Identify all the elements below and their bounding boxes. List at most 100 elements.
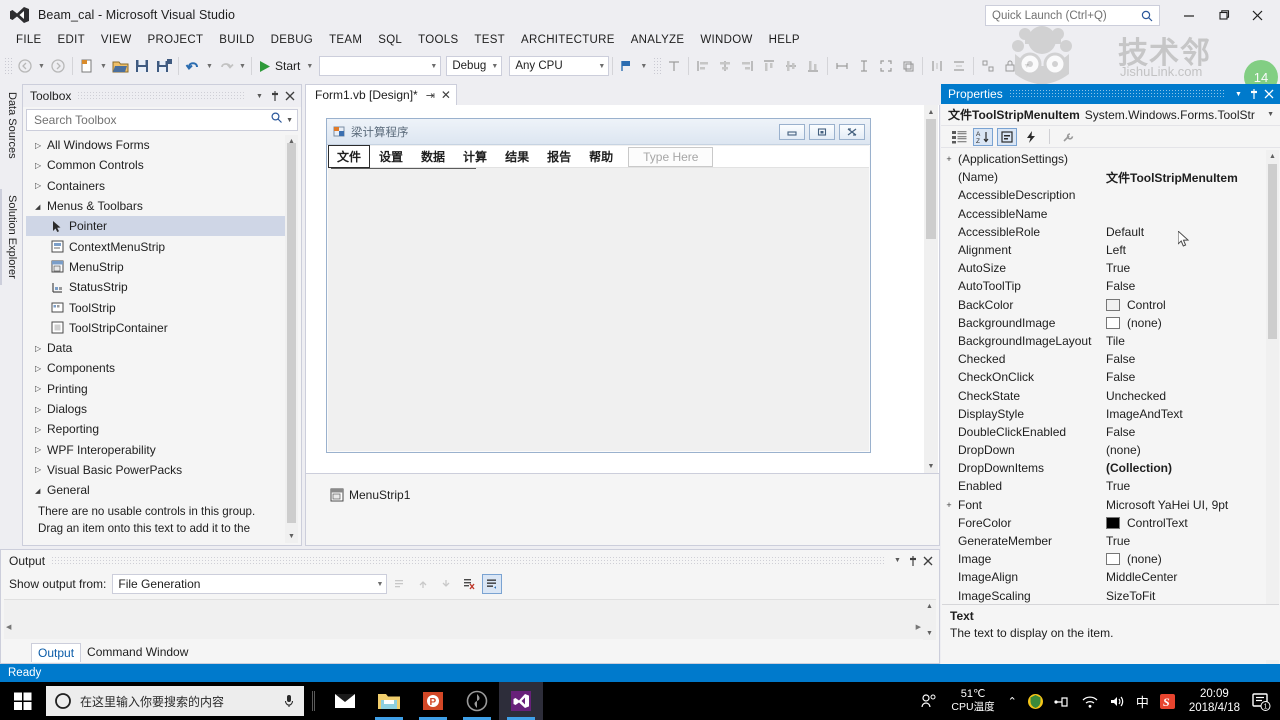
- output-drag-handle[interactable]: [51, 556, 884, 566]
- property-value[interactable]: True: [1106, 479, 1279, 493]
- toolbox-group-general[interactable]: General: [26, 480, 298, 500]
- toolbox-group-components[interactable]: Components: [26, 358, 298, 378]
- tab-form1-design[interactable]: Form1.vb [Design]* ⇥ ✕: [305, 84, 457, 105]
- form-minimize-button[interactable]: [779, 124, 805, 140]
- align-tops-icon[interactable]: [758, 55, 780, 77]
- menu-architecture[interactable]: ARCHITECTURE: [513, 32, 623, 48]
- table-row[interactable]: AccessibleRole Default: [942, 223, 1279, 241]
- table-row[interactable]: AutoToolTip False: [942, 277, 1279, 295]
- properties-menu-icon[interactable]: ▼: [1231, 91, 1246, 98]
- property-value-with-swatch[interactable]: (none): [1106, 552, 1279, 566]
- property-value[interactable]: (Collection): [1106, 461, 1279, 475]
- table-row[interactable]: AutoSize True: [942, 259, 1279, 277]
- toolbox-menu-icon[interactable]: ▼: [252, 87, 267, 105]
- table-row[interactable]: ImageAlign MiddleCenter: [942, 568, 1279, 586]
- clear-all-icon[interactable]: [459, 574, 479, 594]
- scroll-up-icon[interactable]: ▲: [923, 600, 936, 613]
- taskbar-app-file-explorer[interactable]: [367, 682, 411, 720]
- toolbox-group-visual-basic-powerpacks[interactable]: Visual Basic PowerPacks: [26, 460, 298, 480]
- design-menu-item-data[interactable]: 数据: [412, 145, 454, 168]
- toolbox-group-all-windows-forms[interactable]: All Windows Forms: [26, 135, 298, 155]
- menu-file[interactable]: FILE: [8, 32, 50, 48]
- taskbar-app-mail[interactable]: [323, 682, 367, 720]
- property-value[interactable]: Unchecked: [1106, 389, 1279, 403]
- toolbox-group-printing[interactable]: Printing: [26, 379, 298, 399]
- toolbox-item-contextmenustrip[interactable]: ContextMenuStrip: [26, 236, 298, 256]
- align-rights-icon[interactable]: [736, 55, 758, 77]
- vertical-spacing-icon[interactable]: [948, 55, 970, 77]
- form-close-button[interactable]: [839, 124, 865, 140]
- redo-dropdown-icon[interactable]: ▼: [237, 55, 248, 77]
- taskbar-app-visual-studio[interactable]: [499, 682, 543, 720]
- save-all-icon[interactable]: [153, 55, 175, 77]
- toolbox-group-menus-and-toolbars[interactable]: Menus & Toolbars: [26, 196, 298, 216]
- menu-analyze[interactable]: ANALYZE: [623, 32, 693, 48]
- bring-to-front-icon[interactable]: [897, 55, 919, 77]
- form-maximize-button[interactable]: [809, 124, 835, 140]
- property-value[interactable]: MiddleCenter: [1106, 570, 1279, 584]
- table-row[interactable]: DropDown (none): [942, 441, 1279, 459]
- new-project-icon[interactable]: [76, 55, 98, 77]
- action-center-icon[interactable]: 1: [1248, 682, 1274, 720]
- toolbox-drag-handle[interactable]: [77, 91, 246, 101]
- properties-pin-icon[interactable]: [1246, 88, 1261, 100]
- output-menu-icon[interactable]: ▼: [890, 552, 905, 570]
- expander-icon[interactable]: +: [942, 154, 956, 164]
- table-row[interactable]: AccessibleDescription: [942, 186, 1279, 204]
- search-icon[interactable]: [270, 111, 283, 129]
- toolbox-search-input[interactable]: Search Toolbox ▼: [26, 109, 298, 131]
- close-button[interactable]: [1240, 2, 1274, 28]
- platform-combo[interactable]: Any CPU ▼: [509, 56, 609, 76]
- start-dropdown-icon[interactable]: ▼: [304, 55, 315, 77]
- scroll-right-icon[interactable]: ▶: [916, 623, 921, 631]
- property-value[interactable]: ImageAndText: [1106, 407, 1279, 421]
- property-value[interactable]: (none): [1106, 443, 1279, 457]
- cpu-temperature-indicator[interactable]: 51℃ CPU温度: [943, 688, 1002, 714]
- properties-grid[interactable]: + (ApplicationSettings) (Name) 文件ToolStr…: [942, 150, 1279, 673]
- tab-output[interactable]: Output: [31, 643, 81, 662]
- table-row[interactable]: BackgroundImage (none): [942, 314, 1279, 332]
- scroll-down-icon[interactable]: ▼: [285, 530, 298, 543]
- property-value[interactable]: False: [1106, 425, 1279, 439]
- tray-item-menustrip1[interactable]: MenuStrip1: [330, 488, 939, 502]
- taskbar-app-media-player[interactable]: [455, 682, 499, 720]
- menu-test[interactable]: TEST: [466, 32, 513, 48]
- designer-scroll-thumb[interactable]: [926, 119, 936, 239]
- toolbox-pin-icon[interactable]: [267, 87, 282, 105]
- table-row[interactable]: CheckState Unchecked: [942, 386, 1279, 404]
- people-icon[interactable]: [915, 693, 943, 709]
- toolbox-item-menustrip[interactable]: MenuStrip: [26, 257, 298, 277]
- property-value[interactable]: False: [1106, 370, 1279, 384]
- table-row[interactable]: DoubleClickEnabled False: [942, 423, 1279, 441]
- taskbar-search-input[interactable]: 在这里输入你要搜索的内容: [46, 686, 304, 716]
- property-value[interactable]: False: [1106, 352, 1279, 366]
- taskbar-app-powerpoint[interactable]: P: [411, 682, 455, 720]
- sidebar-tab-data-sources[interactable]: Data Sources: [0, 86, 22, 165]
- horizontal-spacing-icon[interactable]: [926, 55, 948, 77]
- scroll-left-icon[interactable]: ◀: [6, 623, 11, 631]
- undo-icon[interactable]: [182, 55, 204, 77]
- menu-tools[interactable]: TOOLS: [410, 32, 466, 48]
- designer-scroll-up-icon[interactable]: ▲: [924, 105, 938, 119]
- align-middles-icon[interactable]: [780, 55, 802, 77]
- table-row[interactable]: + Font Microsoft YaHei UI, 9pt: [942, 496, 1279, 514]
- properties-close-icon[interactable]: [1261, 89, 1276, 99]
- navigate-backward-icon[interactable]: [14, 55, 36, 77]
- table-row[interactable]: GenerateMember True: [942, 532, 1279, 550]
- chevron-up-icon[interactable]: ⌃: [1003, 695, 1022, 708]
- back-dropdown-icon[interactable]: ▼: [36, 55, 47, 77]
- toolbox-item-toolstrip[interactable]: ToolStrip: [26, 297, 298, 317]
- output-source-combo[interactable]: File Generation ▼: [112, 574, 387, 594]
- design-menu-type-here[interactable]: Type Here: [628, 147, 713, 167]
- properties-icon[interactable]: [997, 128, 1017, 146]
- menu-help[interactable]: HELP: [761, 32, 808, 48]
- make-same-height-icon[interactable]: [853, 55, 875, 77]
- table-row[interactable]: Image (none): [942, 550, 1279, 568]
- property-pages-icon[interactable]: [1058, 128, 1078, 146]
- design-menu-item-results[interactable]: 结果: [496, 145, 538, 168]
- property-value-with-swatch[interactable]: (none): [1106, 316, 1279, 330]
- output-pin-icon[interactable]: [905, 552, 920, 570]
- property-value[interactable]: Microsoft YaHei UI, 9pt: [1106, 498, 1279, 512]
- form-designer-surface[interactable]: 梁计算程序 文件 设置 数据 计算 结果: [305, 105, 940, 473]
- toolbox-item-statusstrip[interactable]: StatusStrip: [26, 277, 298, 297]
